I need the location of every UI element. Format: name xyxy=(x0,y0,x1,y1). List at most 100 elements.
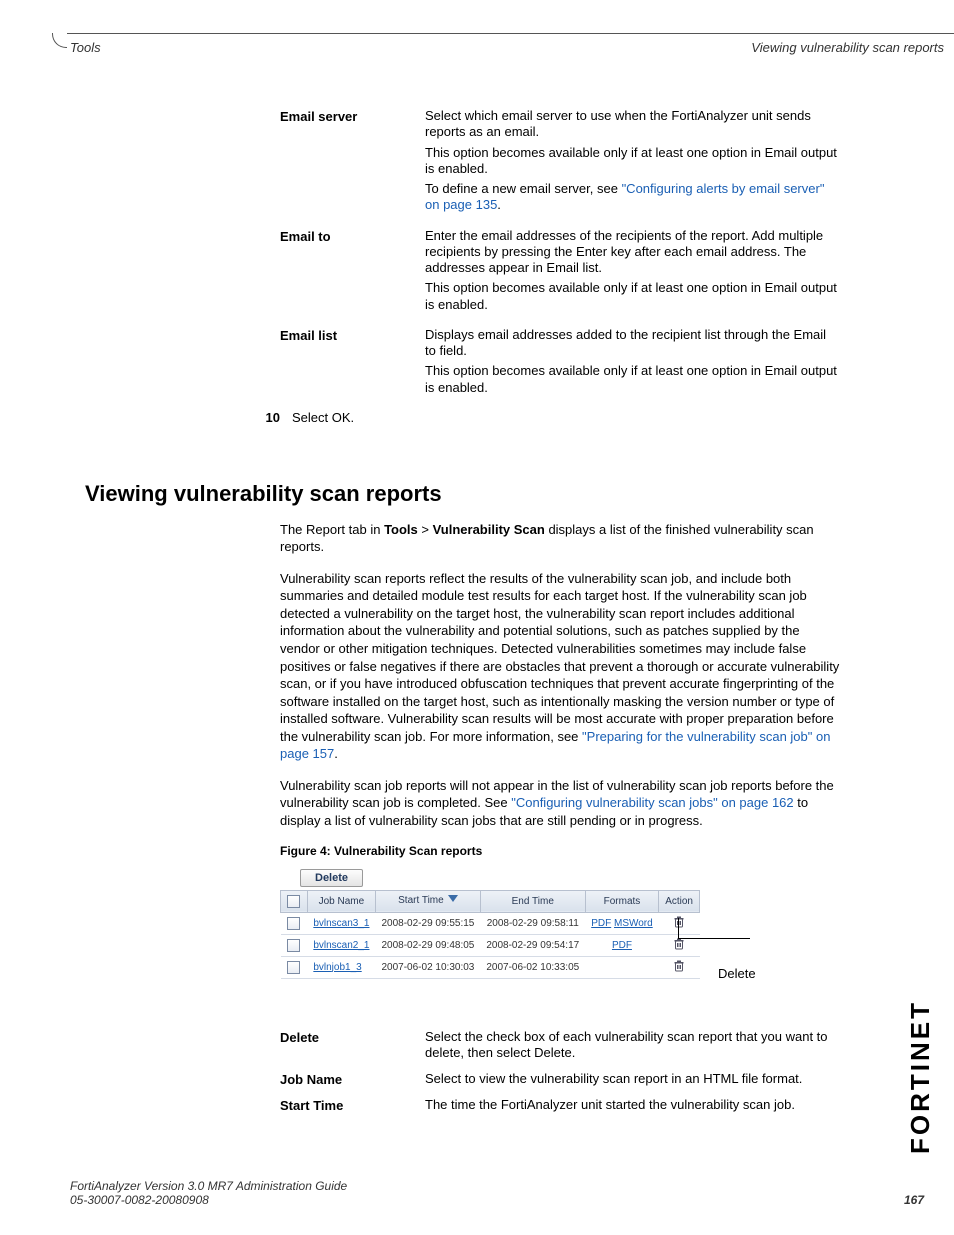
def-desc: Select to view the vulnerability scan re… xyxy=(425,1071,860,1087)
logo-text: FORTINET xyxy=(905,1000,935,1154)
footer-line2: 05-30007-0082-20080908 xyxy=(70,1193,209,1207)
cell-jobname[interactable]: bvlnscan3_1 xyxy=(307,912,375,934)
def-term: Email list xyxy=(280,327,425,400)
col-endtime[interactable]: End Time xyxy=(480,890,585,912)
cell-formats[interactable]: PDF xyxy=(585,934,659,956)
bold: Tools xyxy=(384,522,418,537)
job-link[interactable]: bvlnjob1_3 xyxy=(313,962,361,973)
figure-toolbar: Delete xyxy=(280,866,700,890)
def-para: This option becomes available only if at… xyxy=(425,280,840,313)
cell-end: 2007-06-02 10:33:05 xyxy=(480,956,585,978)
link-configuring-jobs[interactable]: "Configuring vulnerability scan jobs" on… xyxy=(511,795,793,810)
table-row: bvlnjob1_3 2007-06-02 10:30:032007-06-02 … xyxy=(281,956,700,978)
col-starttime[interactable]: Start Time xyxy=(375,890,480,912)
step-row: 10 Select OK. xyxy=(244,410,867,425)
header-rule xyxy=(52,33,954,34)
cell-checkbox[interactable] xyxy=(281,912,308,934)
def-desc: The time the FortiAnalyzer unit started … xyxy=(425,1097,860,1113)
trash-icon[interactable] xyxy=(673,938,685,953)
def-term: Email to xyxy=(280,228,425,317)
def-row-email-list: Email list Displays email addresses adde… xyxy=(280,327,840,400)
callout-delete-label: Delete xyxy=(718,966,756,981)
callout-line-v xyxy=(678,918,679,938)
def-row-jobname: Job Name Select to view the vulnerabilit… xyxy=(280,1071,860,1087)
col-action[interactable]: Action xyxy=(659,890,700,912)
page-footer: FortiAnalyzer Version 3.0 MR7 Administra… xyxy=(70,1179,924,1207)
def-row-email-to: Email to Enter the email addresses of th… xyxy=(280,228,840,317)
checkbox-icon[interactable] xyxy=(287,961,300,974)
def-term: Job Name xyxy=(280,1071,425,1087)
table-header-row: Job Name Start Time End Time Formats Act… xyxy=(281,890,700,912)
def-para: Displays email addresses added to the re… xyxy=(425,327,840,360)
checkbox-icon[interactable] xyxy=(287,917,300,930)
cell-formats[interactable] xyxy=(585,956,659,978)
text: > xyxy=(418,522,433,537)
cell-formats[interactable]: PDF MSWord xyxy=(585,912,659,934)
cell-start: 2008-02-29 09:55:15 xyxy=(375,912,480,934)
def-row-delete: Delete Select the check box of each vuln… xyxy=(280,1029,860,1062)
cell-end: 2008-02-29 09:58:11 xyxy=(480,912,585,934)
def-term: Start Time xyxy=(280,1097,425,1113)
trash-icon[interactable] xyxy=(673,960,685,975)
def-term: Delete xyxy=(280,1029,425,1062)
cell-action[interactable] xyxy=(659,912,700,934)
figure-caption: Figure 4: Vulnerability Scan reports xyxy=(280,844,867,858)
footer-line1: FortiAnalyzer Version 3.0 MR7 Administra… xyxy=(70,1179,924,1193)
def-desc: Enter the email addresses of the recipie… xyxy=(425,228,840,317)
section-heading: Viewing vulnerability scan reports xyxy=(85,481,867,507)
def-para: To define a new email server, see "Confi… xyxy=(425,181,840,214)
sort-desc-icon xyxy=(448,895,458,906)
col-jobname[interactable]: Job Name xyxy=(307,890,375,912)
def-desc: Select the check box of each vulnerabili… xyxy=(425,1029,860,1062)
def-para: This option becomes available only if at… xyxy=(425,145,840,178)
table-row: bvlnscan2_1 2008-02-29 09:48:052008-02-29… xyxy=(281,934,700,956)
def-row-email-server: Email server Select which email server t… xyxy=(280,108,840,218)
col-checkbox[interactable] xyxy=(281,890,308,912)
table-row: bvlnscan3_1 2008-02-29 09:55:152008-02-29… xyxy=(281,912,700,934)
fortinet-logo: FORTINET xyxy=(905,1000,936,1154)
body-text: The Report tab in Tools > Vulnerability … xyxy=(280,521,840,830)
cell-start: 2008-02-29 09:48:05 xyxy=(375,934,480,956)
bold: Vulnerability Scan xyxy=(433,522,545,537)
job-link[interactable]: bvlnscan3_1 xyxy=(313,918,369,929)
job-link[interactable]: bvlnscan2_1 xyxy=(313,940,369,951)
figure: Delete Job Name Start Time End Time Form… xyxy=(280,866,700,979)
header-right: Viewing vulnerability scan reports xyxy=(751,40,944,55)
text: Vulnerability scan reports reflect the r… xyxy=(280,571,839,744)
def-para: This option becomes available only if at… xyxy=(425,363,840,396)
cell-checkbox[interactable] xyxy=(281,956,308,978)
callout-line xyxy=(678,938,750,939)
def-text: . xyxy=(497,197,501,212)
text: . xyxy=(334,746,338,761)
def-text: To define a new email server, see xyxy=(425,181,622,196)
body-para: The Report tab in Tools > Vulnerability … xyxy=(280,521,840,556)
checkbox-icon[interactable] xyxy=(287,895,300,908)
cell-jobname[interactable]: bvlnjob1_3 xyxy=(307,956,375,978)
col-formats[interactable]: Formats xyxy=(585,890,659,912)
checkbox-icon[interactable] xyxy=(287,939,300,952)
def-desc: Displays email addresses added to the re… xyxy=(425,327,840,400)
header-corner xyxy=(52,33,67,48)
def-para: Select which email server to use when th… xyxy=(425,108,840,141)
cell-end: 2008-02-29 09:54:17 xyxy=(480,934,585,956)
step-text: Select OK. xyxy=(292,410,354,425)
def-para: Enter the email addresses of the recipie… xyxy=(425,228,840,277)
step-number: 10 xyxy=(244,410,292,425)
delete-button[interactable]: Delete xyxy=(300,869,363,887)
cell-jobname[interactable]: bvlnscan2_1 xyxy=(307,934,375,956)
text: The Report tab in xyxy=(280,522,384,537)
cell-start: 2007-06-02 10:30:03 xyxy=(375,956,480,978)
body-para: Vulnerability scan job reports will not … xyxy=(280,777,840,830)
report-table: Job Name Start Time End Time Formats Act… xyxy=(280,890,700,979)
def-row-starttime: Start Time The time the FortiAnalyzer un… xyxy=(280,1097,860,1113)
definition-list-2: Delete Select the check box of each vuln… xyxy=(280,1029,860,1114)
page-number: 167 xyxy=(904,1193,924,1207)
def-desc: Select which email server to use when th… xyxy=(425,108,840,218)
trash-icon[interactable] xyxy=(673,916,685,931)
header-left: Tools xyxy=(70,40,101,55)
def-term: Email server xyxy=(280,108,425,218)
body-para: Vulnerability scan reports reflect the r… xyxy=(280,570,840,763)
cell-checkbox[interactable] xyxy=(281,934,308,956)
cell-action[interactable] xyxy=(659,956,700,978)
definition-list-1: Email server Select which email server t… xyxy=(280,108,840,400)
